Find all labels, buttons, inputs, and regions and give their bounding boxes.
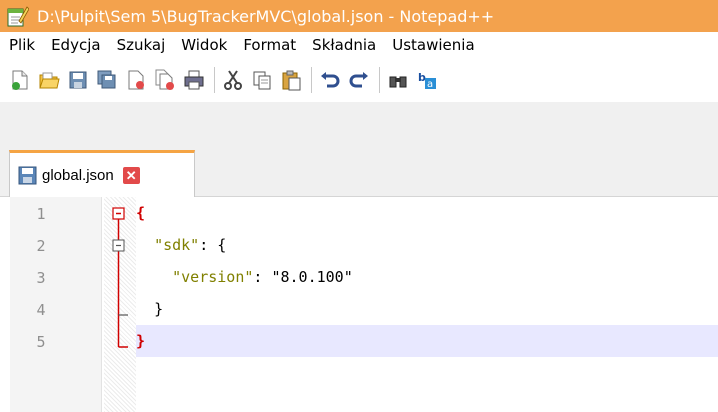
close-file-icon[interactable] [124,68,148,92]
toolbar-separator [214,67,215,93]
line-number: 1 [36,205,46,223]
line-number: 2 [36,237,46,255]
toolbar-separator [379,67,380,93]
undo-icon[interactable] [318,68,342,92]
json-key-version: "version" [172,268,254,286]
notepadpp-window: D:\Pulpit\Sem 5\BugTrackerMVC\global.jso… [0,0,718,412]
menu-ustawienia[interactable]: Ustawienia [384,36,482,54]
notepadpp-app-icon[interactable] [7,5,30,27]
svg-text:a: a [427,79,433,90]
line-number-gutter: 1 2 3 4 5 [10,197,102,412]
menu-skladnia[interactable]: Składnia [304,36,384,54]
toolbar-separator [311,67,312,93]
menu-widok[interactable]: Widok [173,36,235,54]
open-brace: { [217,236,227,254]
code-line-2: "sdk": { [136,229,718,261]
menu-plik[interactable]: Plik [0,36,43,54]
json-key-sdk: "sdk" [154,236,200,254]
code-line-1: { [136,197,718,229]
find-icon[interactable] [386,68,410,92]
menu-szukaj[interactable]: Szukaj [109,36,174,54]
svg-text:b: b [418,71,426,84]
tab-label: global.json [42,167,114,184]
title-bar[interactable]: D:\Pulpit\Sem 5\BugTrackerMVC\global.jso… [0,0,718,32]
code-line-5-current: } [136,325,718,357]
copy-icon[interactable] [250,68,274,92]
code-content[interactable]: { "sdk": { "version": "8.0.100" } } [136,197,718,412]
colon: : [199,236,218,254]
json-value-version: "8.0.100" [271,268,353,286]
menu-bar: Plik Edycja Szukaj Widok Format Składnia… [0,32,718,58]
paste-icon[interactable] [279,68,303,92]
redo-icon[interactable] [347,68,371,92]
colon: : [253,268,272,286]
close-brace: } [136,332,146,350]
fold-margin[interactable] [104,197,136,412]
code-line-3: "version": "8.0.100" [136,261,718,293]
new-file-icon[interactable] [8,68,32,92]
close-all-icon[interactable] [153,68,177,92]
menu-format[interactable]: Format [235,36,304,54]
code-line-4: } [136,293,718,325]
open-file-icon[interactable] [37,68,61,92]
editor-area[interactable]: 1 2 3 4 5 { "sdk": { "version": "8.0.100… [0,197,718,412]
tab-global-json[interactable]: global.json ✕ [9,150,195,198]
close-brace: } [154,300,164,318]
cut-icon[interactable] [221,68,245,92]
open-brace: { [136,204,146,222]
save-all-icon[interactable] [95,68,119,92]
print-icon[interactable] [182,68,206,92]
close-tab-icon[interactable]: ✕ [122,167,140,184]
window-title: D:\Pulpit\Sem 5\BugTrackerMVC\global.jso… [37,6,495,26]
save-icon[interactable] [66,68,90,92]
toolbar: ba [0,58,718,102]
line-number: 3 [36,269,46,287]
saved-file-icon [18,166,37,185]
line-number: 5 [36,333,46,351]
line-number: 4 [36,301,46,319]
replace-icon[interactable]: ba [415,68,439,92]
menu-edycja[interactable]: Edycja [43,36,108,54]
